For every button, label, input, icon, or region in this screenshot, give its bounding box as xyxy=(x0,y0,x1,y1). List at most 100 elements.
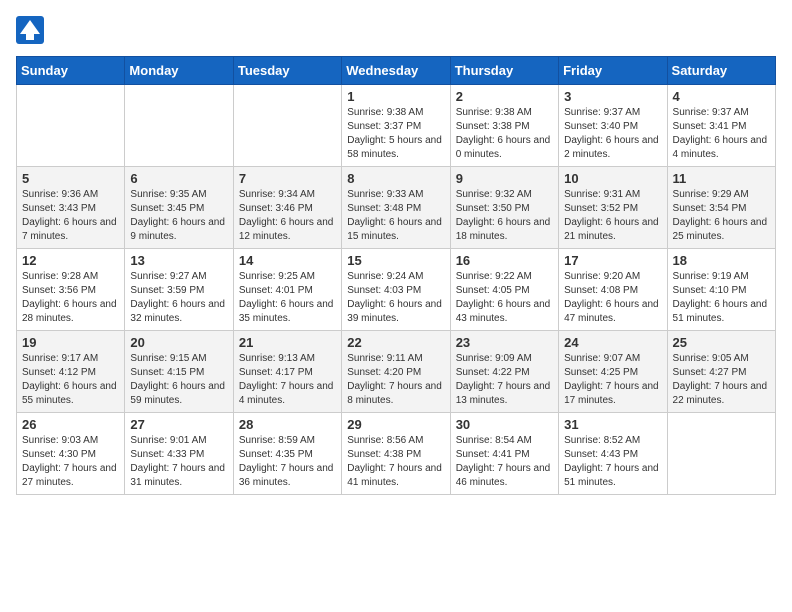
calendar-header: SundayMondayTuesdayWednesdayThursdayFrid… xyxy=(17,57,776,85)
day-info: Sunrise: 9:27 AM Sunset: 3:59 PM Dayligh… xyxy=(130,270,227,326)
day-info: Sunrise: 9:34 AM Sunset: 3:46 PM Dayligh… xyxy=(239,188,336,244)
weekday-header-wednesday: Wednesday xyxy=(342,57,450,85)
calendar-week-5: 26 Sunrise: 9:03 AM Sunset: 4:30 PM Dayli… xyxy=(17,413,776,495)
day-info: Sunrise: 9:07 AM Sunset: 4:25 PM Dayligh… xyxy=(564,352,661,408)
day-info: Sunrise: 9:01 AM Sunset: 4:33 PM Dayligh… xyxy=(130,434,227,490)
day-info: Sunrise: 9:24 AM Sunset: 4:03 PM Dayligh… xyxy=(347,270,444,326)
day-number: 1 xyxy=(347,89,444,104)
calendar-cell: 8Sunrise: 9:33 AM Sunset: 3:48 PM Daylig… xyxy=(342,167,450,249)
weekday-header-friday: Friday xyxy=(559,57,667,85)
day-info: Sunrise: 9:19 AM Sunset: 4:10 PM Dayligh… xyxy=(673,270,770,326)
calendar-cell: 21 Sunrise: 9:13 AM Sunset: 4:17 PM Dayli… xyxy=(233,331,341,413)
day-number: 14 xyxy=(239,253,336,268)
day-number: 13 xyxy=(130,253,227,268)
day-number: 5 xyxy=(22,171,119,186)
day-info: Sunrise: 9:13 AM Sunset: 4:17 PM Dayligh… xyxy=(239,352,336,408)
day-number: 28 xyxy=(239,417,336,432)
day-info: Sunrise: 9:17 AM Sunset: 4:12 PM Dayligh… xyxy=(22,352,119,408)
calendar-cell: 10 Sunrise: 9:31 AM Sunset: 3:52 PM Dayli… xyxy=(559,167,667,249)
calendar-cell: 6 Sunrise: 9:35 AM Sunset: 3:45 PM Daylig… xyxy=(125,167,233,249)
day-info: Sunrise: 8:54 AM Sunset: 4:41 PM Dayligh… xyxy=(456,434,553,490)
calendar-week-3: 12 Sunrise: 9:28 AM Sunset: 3:56 PM Dayli… xyxy=(17,249,776,331)
calendar-week-4: 19 Sunrise: 9:17 AM Sunset: 4:12 PM Dayli… xyxy=(17,331,776,413)
day-number: 26 xyxy=(22,417,119,432)
calendar-cell: 12 Sunrise: 9:28 AM Sunset: 3:56 PM Dayli… xyxy=(17,249,125,331)
calendar-cell: 22Sunrise: 9:11 AM Sunset: 4:20 PM Dayli… xyxy=(342,331,450,413)
day-number: 21 xyxy=(239,335,336,350)
calendar-cell: 28Sunrise: 8:59 AM Sunset: 4:35 PM Dayli… xyxy=(233,413,341,495)
weekday-header-monday: Monday xyxy=(125,57,233,85)
day-number: 23 xyxy=(456,335,553,350)
day-number: 25 xyxy=(673,335,770,350)
weekday-header-saturday: Saturday xyxy=(667,57,775,85)
day-number: 6 xyxy=(130,171,227,186)
calendar-cell: 19 Sunrise: 9:17 AM Sunset: 4:12 PM Dayli… xyxy=(17,331,125,413)
logo-icon xyxy=(16,16,44,44)
calendar-cell: 27 Sunrise: 9:01 AM Sunset: 4:33 PM Dayli… xyxy=(125,413,233,495)
calendar: SundayMondayTuesdayWednesdayThursdayFrid… xyxy=(16,56,776,495)
calendar-cell: 31 Sunrise: 8:52 AM Sunset: 4:43 PM Dayli… xyxy=(559,413,667,495)
day-info: Sunrise: 9:37 AM Sunset: 3:40 PM Dayligh… xyxy=(564,106,661,162)
day-info: Sunrise: 8:52 AM Sunset: 4:43 PM Dayligh… xyxy=(564,434,661,490)
day-info: Sunrise: 9:35 AM Sunset: 3:45 PM Dayligh… xyxy=(130,188,227,244)
calendar-cell: 25Sunrise: 9:05 AM Sunset: 4:27 PM Dayli… xyxy=(667,331,775,413)
calendar-cell: 18 Sunrise: 9:19 AM Sunset: 4:10 PM Dayli… xyxy=(667,249,775,331)
calendar-cell: 1 Sunrise: 9:38 AM Sunset: 3:37 PM Daylig… xyxy=(342,85,450,167)
day-number: 15 xyxy=(347,253,444,268)
day-info: Sunrise: 9:22 AM Sunset: 4:05 PM Dayligh… xyxy=(456,270,553,326)
day-number: 31 xyxy=(564,417,661,432)
day-number: 12 xyxy=(22,253,119,268)
calendar-body: 1 Sunrise: 9:38 AM Sunset: 3:37 PM Daylig… xyxy=(17,85,776,495)
weekday-header-sunday: Sunday xyxy=(17,57,125,85)
day-number: 29 xyxy=(347,417,444,432)
calendar-cell xyxy=(233,85,341,167)
page-header xyxy=(16,16,776,44)
day-info: Sunrise: 9:33 AM Sunset: 3:48 PM Dayligh… xyxy=(347,188,444,244)
day-info: Sunrise: 9:32 AM Sunset: 3:50 PM Dayligh… xyxy=(456,188,553,244)
day-number: 2 xyxy=(456,89,553,104)
calendar-cell: 16 Sunrise: 9:22 AM Sunset: 4:05 PM Dayli… xyxy=(450,249,558,331)
calendar-cell: 23 Sunrise: 9:09 AM Sunset: 4:22 PM Dayli… xyxy=(450,331,558,413)
calendar-week-1: 1 Sunrise: 9:38 AM Sunset: 3:37 PM Daylig… xyxy=(17,85,776,167)
calendar-cell: 5Sunrise: 9:36 AM Sunset: 3:43 PM Daylig… xyxy=(17,167,125,249)
day-info: Sunrise: 9:03 AM Sunset: 4:30 PM Dayligh… xyxy=(22,434,119,490)
day-number: 18 xyxy=(673,253,770,268)
weekday-header-thursday: Thursday xyxy=(450,57,558,85)
calendar-cell xyxy=(667,413,775,495)
day-info: Sunrise: 9:09 AM Sunset: 4:22 PM Dayligh… xyxy=(456,352,553,408)
calendar-cell: 9Sunrise: 9:32 AM Sunset: 3:50 PM Daylig… xyxy=(450,167,558,249)
calendar-week-2: 5Sunrise: 9:36 AM Sunset: 3:43 PM Daylig… xyxy=(17,167,776,249)
day-info: Sunrise: 8:56 AM Sunset: 4:38 PM Dayligh… xyxy=(347,434,444,490)
day-number: 7 xyxy=(239,171,336,186)
calendar-cell xyxy=(125,85,233,167)
day-info: Sunrise: 9:28 AM Sunset: 3:56 PM Dayligh… xyxy=(22,270,119,326)
day-number: 30 xyxy=(456,417,553,432)
calendar-cell: 7 Sunrise: 9:34 AM Sunset: 3:46 PM Daylig… xyxy=(233,167,341,249)
day-number: 22 xyxy=(347,335,444,350)
day-number: 16 xyxy=(456,253,553,268)
day-info: Sunrise: 9:38 AM Sunset: 3:37 PM Dayligh… xyxy=(347,106,444,162)
day-number: 20 xyxy=(130,335,227,350)
calendar-cell xyxy=(17,85,125,167)
calendar-cell: 2 Sunrise: 9:38 AM Sunset: 3:38 PM Daylig… xyxy=(450,85,558,167)
day-info: Sunrise: 9:37 AM Sunset: 3:41 PM Dayligh… xyxy=(673,106,770,162)
day-number: 27 xyxy=(130,417,227,432)
calendar-cell: 11Sunrise: 9:29 AM Sunset: 3:54 PM Dayli… xyxy=(667,167,775,249)
calendar-cell: 4 Sunrise: 9:37 AM Sunset: 3:41 PM Daylig… xyxy=(667,85,775,167)
day-info: Sunrise: 9:38 AM Sunset: 3:38 PM Dayligh… xyxy=(456,106,553,162)
logo xyxy=(16,16,48,44)
day-number: 24 xyxy=(564,335,661,350)
calendar-cell: 20 Sunrise: 9:15 AM Sunset: 4:15 PM Dayli… xyxy=(125,331,233,413)
calendar-cell: 15 Sunrise: 9:24 AM Sunset: 4:03 PM Dayli… xyxy=(342,249,450,331)
day-number: 19 xyxy=(22,335,119,350)
day-number: 10 xyxy=(564,171,661,186)
day-info: Sunrise: 9:31 AM Sunset: 3:52 PM Dayligh… xyxy=(564,188,661,244)
day-number: 11 xyxy=(673,171,770,186)
weekday-header-tuesday: Tuesday xyxy=(233,57,341,85)
calendar-cell: 24 Sunrise: 9:07 AM Sunset: 4:25 PM Dayli… xyxy=(559,331,667,413)
day-number: 17 xyxy=(564,253,661,268)
calendar-cell: 30 Sunrise: 8:54 AM Sunset: 4:41 PM Dayli… xyxy=(450,413,558,495)
day-info: Sunrise: 9:15 AM Sunset: 4:15 PM Dayligh… xyxy=(130,352,227,408)
day-number: 4 xyxy=(673,89,770,104)
calendar-cell: 29 Sunrise: 8:56 AM Sunset: 4:38 PM Dayli… xyxy=(342,413,450,495)
